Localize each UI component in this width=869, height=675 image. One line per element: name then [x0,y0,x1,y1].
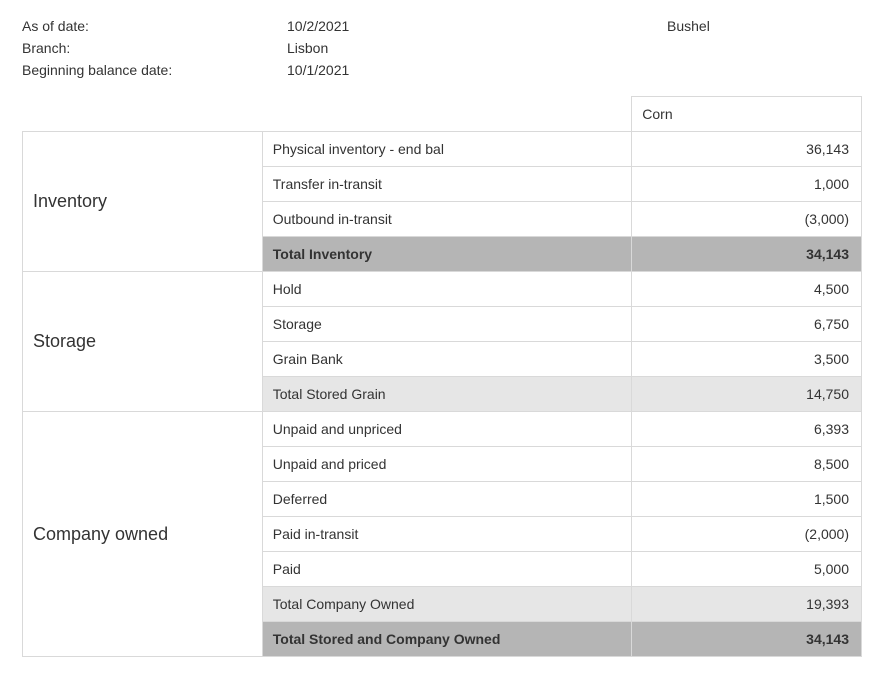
total-inventory-value: 34,143 [632,237,862,272]
row-value: 3,500 [632,342,862,377]
report-meta: As of date: 10/2/2021 Bushel Branch: Lis… [22,18,847,78]
unit-label: Bushel [667,18,847,34]
row-label: Physical inventory - end bal [262,132,632,167]
row-value: 8,500 [632,447,862,482]
row-label: Grain Bank [262,342,632,377]
total-stored-grain-label: Total Stored Grain [262,377,632,412]
row-value: 36,143 [632,132,862,167]
row-label: Transfer in-transit [262,167,632,202]
row-label: Outbound in-transit [262,202,632,237]
total-company-owned-label: Total Company Owned [262,587,632,622]
beginning-balance-label: Beginning balance date: [22,62,287,78]
row-label: Deferred [262,482,632,517]
as-of-date-value: 10/2/2021 [287,18,667,34]
row-label: Unpaid and priced [262,447,632,482]
row-label: Storage [262,307,632,342]
row-value: 5,000 [632,552,862,587]
total-stored-and-company-owned-label: Total Stored and Company Owned [262,622,632,657]
row-label: Unpaid and unpriced [262,412,632,447]
row-value: 6,393 [632,412,862,447]
total-company-owned-value: 19,393 [632,587,862,622]
column-header-commodity: Corn [632,97,862,132]
row-label: Paid [262,552,632,587]
row-label: Paid in-transit [262,517,632,552]
row-value: (2,000) [632,517,862,552]
branch-label: Branch: [22,40,287,56]
as-of-date-label: As of date: [22,18,287,34]
beginning-balance-value: 10/1/2021 [287,62,667,78]
total-stored-and-company-owned-value: 34,143 [632,622,862,657]
row-value: 1,000 [632,167,862,202]
total-stored-grain-value: 14,750 [632,377,862,412]
dpr-table: Corn Inventory Physical inventory - end … [22,96,862,657]
section-inventory-title: Inventory [23,132,263,272]
total-inventory-label: Total Inventory [262,237,632,272]
row-value: (3,000) [632,202,862,237]
row-value: 6,750 [632,307,862,342]
section-company-owned-title: Company owned [23,412,263,657]
row-value: 4,500 [632,272,862,307]
row-label: Hold [262,272,632,307]
section-storage-title: Storage [23,272,263,412]
row-value: 1,500 [632,482,862,517]
branch-value: Lisbon [287,40,667,56]
